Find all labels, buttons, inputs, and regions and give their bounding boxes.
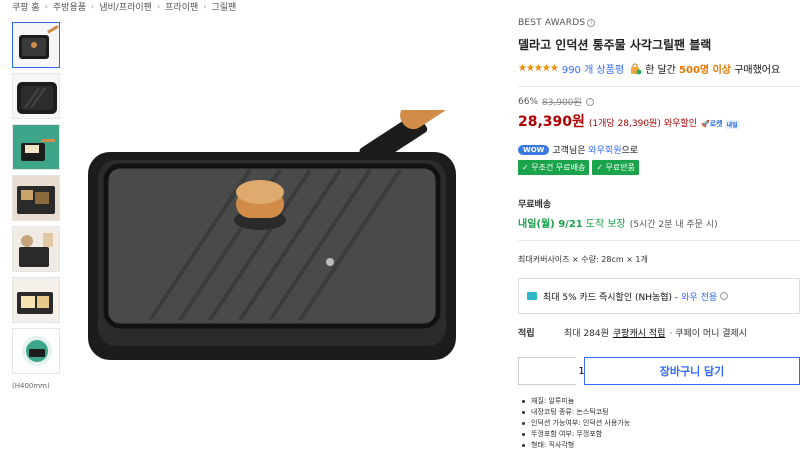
pan-lifestyle-image bbox=[13, 227, 59, 271]
order-cutoff: (5시간 2분 내 주문 시) bbox=[629, 220, 718, 230]
spec-list: 재질: 알루미늄 내장코팅 종류: 논스틱코팅 인덕션 가능여부: 인덕션 사용… bbox=[518, 397, 800, 450]
pan-topview-image bbox=[17, 82, 57, 114]
pan-cooking-image bbox=[13, 176, 59, 220]
wow-prefix: 고객님은 bbox=[552, 146, 586, 156]
thumbnail-1[interactable] bbox=[12, 22, 60, 68]
info-icon[interactable] bbox=[585, 97, 594, 106]
thumbnail-caption: (H400mm) bbox=[12, 382, 50, 390]
divider bbox=[518, 86, 800, 87]
rocket-delivery-badge: 🚀 로켓 내일 bbox=[701, 119, 740, 129]
card-wow-label: 와우 전용 bbox=[681, 292, 718, 303]
coupang-cash-link[interactable]: 쿠팡캐시 적립 bbox=[613, 326, 666, 339]
rocket-tomorrow-label: 내일 bbox=[724, 119, 740, 129]
wow-discount-label: 와우할인 bbox=[663, 119, 697, 129]
pan-food-image bbox=[13, 125, 59, 169]
arrival-date: 내일(월) 9/21 bbox=[518, 219, 583, 230]
best-awards-label: BEST AWARDS i bbox=[518, 18, 800, 28]
shipping-label: 무료배송 bbox=[518, 200, 552, 210]
thumbnail-4[interactable] bbox=[12, 175, 60, 221]
sale-price: 28,390원 bbox=[518, 114, 585, 130]
card-discount-box[interactable]: 최대 5% 카드 즉시할인 (NH농협) - 와우 전용 bbox=[518, 278, 800, 314]
add-to-cart-button[interactable]: 장바구니 담기 bbox=[584, 357, 800, 385]
cashback-suffix: · 쿠페이 머니 결제시 bbox=[669, 329, 748, 339]
chevron-right-icon: › bbox=[203, 1, 207, 11]
wow-badge: WOW bbox=[518, 144, 550, 155]
benefit-badges: ✓ 무조건 무료배송 ✓ 무료반품 bbox=[518, 160, 800, 175]
star-rating-icon: ★★★★★ bbox=[518, 63, 559, 74]
arrival-guarantee: 도착 보장 bbox=[585, 219, 626, 230]
purchase-row: ▲ ▼ 장바구니 담기 bbox=[518, 357, 800, 385]
wow-member-link[interactable]: 와우회원 bbox=[588, 143, 621, 156]
product-info-panel: BEST AWARDS i 델라고 인덕션 통주물 사각그릴팬 블랙 ★★★★★… bbox=[518, 18, 800, 452]
breadcrumb-pots[interactable]: 냄비/프라이팬 bbox=[99, 0, 152, 13]
pan-circle-image bbox=[22, 336, 52, 366]
divider bbox=[518, 240, 800, 241]
pan-egg-image bbox=[13, 278, 59, 322]
breadcrumb-home[interactable]: 쿠팡 홈 bbox=[12, 0, 40, 13]
pan-thumbnail-image bbox=[19, 25, 59, 59]
breadcrumb-grillpan[interactable]: 그릴팬 bbox=[211, 0, 236, 13]
cashback-amount: 최대 284원 bbox=[564, 329, 609, 339]
breadcrumb-kitchen[interactable]: 주방용품 bbox=[53, 0, 86, 13]
main-product-image bbox=[70, 63, 510, 380]
thumbnail-6[interactable] bbox=[12, 277, 60, 323]
spec-item: 인덕션 가능여부: 인덕션 사용가능 bbox=[518, 419, 800, 428]
sold-count: 500명 이상 bbox=[679, 65, 732, 76]
chevron-right-icon: › bbox=[91, 1, 95, 11]
rating-row: ★★★★★ 990 개 상품평 한 달간 500명 이상 구매했어요 bbox=[518, 61, 800, 76]
quantity-stepper: ▲ ▼ bbox=[518, 357, 650, 385]
card-discount-text: 최대 5% 카드 즉시할인 (NH농협) - bbox=[543, 292, 679, 303]
review-count-link[interactable]: 990 개 상품평 bbox=[562, 61, 624, 76]
sold-suffix: 구매했어요 bbox=[734, 65, 781, 76]
wow-suffix: 으로 bbox=[621, 146, 639, 156]
discount-row: 66% 83,900원 bbox=[518, 95, 800, 108]
spec-item: 내장코팅 종류: 논스틱코팅 bbox=[518, 408, 800, 417]
thumbnail-list: (H400mm) bbox=[12, 22, 62, 390]
info-icon[interactable]: i bbox=[587, 19, 596, 27]
thumbnail-3[interactable] bbox=[12, 124, 60, 170]
thumbnail-7[interactable] bbox=[12, 328, 60, 374]
thumbnail-2[interactable] bbox=[12, 73, 60, 119]
credit-card-icon bbox=[527, 292, 537, 300]
free-return-badge: ✓ 무료반품 bbox=[592, 160, 639, 175]
wow-membership-row: WOW 고객님은 와우회원 으로 bbox=[518, 143, 800, 156]
breadcrumb-fryingpan[interactable]: 프라이팬 bbox=[165, 0, 198, 13]
rocket-icon: 🚀 bbox=[700, 120, 710, 128]
spec-item: 뚜껑포함 여부: 뚜껑포함 bbox=[518, 430, 800, 439]
thumbnail-5[interactable] bbox=[12, 226, 60, 272]
selected-option: 최대커버사이즈 × 수량: 28cm × 1개 bbox=[518, 255, 648, 264]
breadcrumb: 쿠팡 홈 › 주방용품 › 냄비/프라이팬 › 프라이팬 › 그릴팬 bbox=[12, 0, 236, 13]
info-icon[interactable] bbox=[720, 292, 729, 300]
grill-pan-image bbox=[88, 63, 488, 360]
price-row: 28,390원 (1개당 28,390원) 와우할인 🚀 로켓 내일 bbox=[518, 111, 800, 131]
shipping-row: 내일(월) 9/21 도착 보장 (5시간 2분 내 주문 시) bbox=[518, 215, 800, 230]
free-shipping-badge: ✓ 무조건 무료배송 bbox=[518, 160, 590, 175]
unit-price: (1개당 28,390원) bbox=[588, 119, 661, 129]
product-title: 델라고 인덕션 통주물 사각그릴팬 블랙 bbox=[518, 38, 712, 52]
chevron-right-icon: › bbox=[156, 1, 161, 11]
spec-item: 형태: 직사각형 bbox=[518, 441, 800, 450]
shopping-bag-icon bbox=[631, 63, 642, 74]
spec-item: 재질: 알루미늄 bbox=[518, 397, 800, 406]
cashback-row: 적립 최대 284원 쿠팡캐시 적립 · 쿠페이 머니 결제시 bbox=[518, 326, 800, 339]
sold-prefix: 한 달간 bbox=[645, 65, 676, 76]
cashback-label: 적립 bbox=[518, 329, 535, 339]
best-awards-text: BEST AWARDS bbox=[518, 18, 586, 28]
discount-rate: 66% bbox=[518, 96, 539, 107]
chevron-right-icon: › bbox=[44, 1, 48, 11]
original-price: 83,900원 bbox=[542, 98, 582, 108]
rocket-label: 로켓 bbox=[709, 120, 723, 128]
